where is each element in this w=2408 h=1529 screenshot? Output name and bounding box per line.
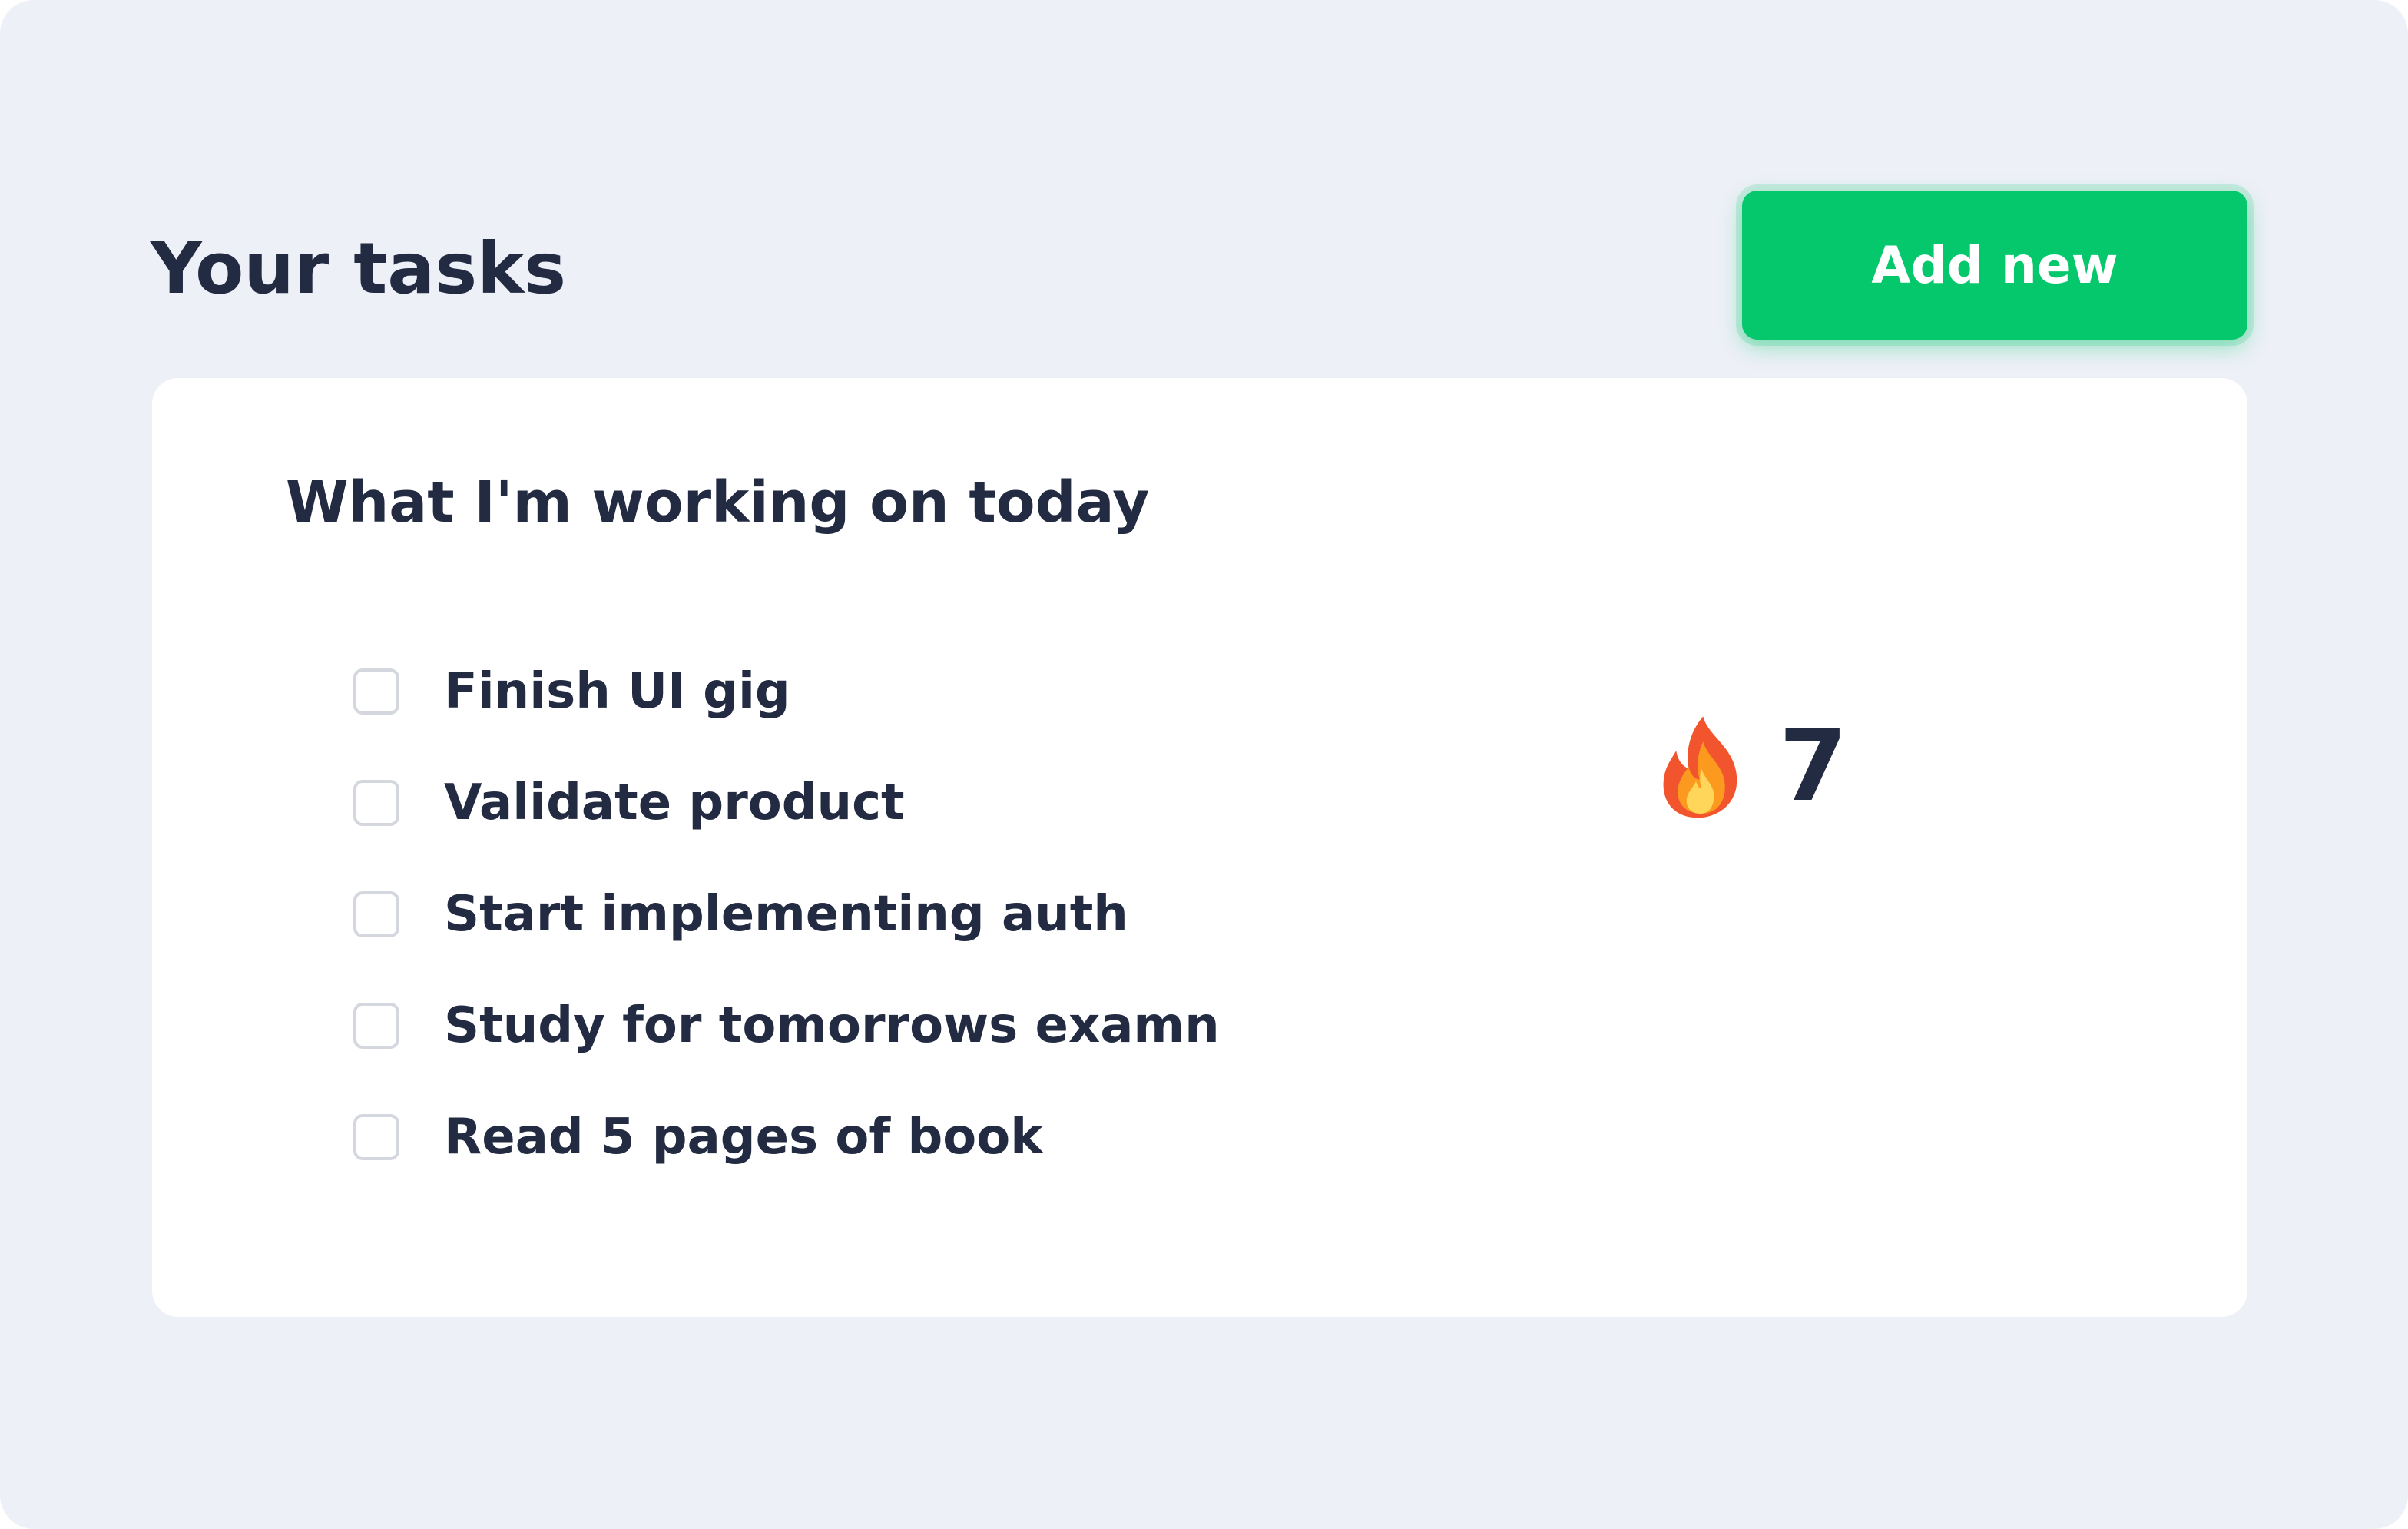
task-label: Read 5 pages of book xyxy=(444,1108,1043,1166)
task-checkbox[interactable] xyxy=(353,668,399,715)
task-label: Study for tomorrows examn xyxy=(444,997,1220,1054)
task-checkbox[interactable] xyxy=(353,1113,399,1160)
task-list: Finish UI gig Validate product Start imp… xyxy=(353,635,1220,1192)
task-label: Validate product xyxy=(444,774,905,831)
task-item[interactable]: Start implementing auth xyxy=(353,858,1220,970)
task-checkbox[interactable] xyxy=(353,891,399,937)
page-title: Your tasks xyxy=(151,227,567,310)
card-heading: What I'm working on today xyxy=(286,469,1150,536)
task-item[interactable]: Read 5 pages of book xyxy=(353,1081,1220,1192)
task-label: Start implementing auth xyxy=(444,885,1128,943)
flame-icon xyxy=(1663,716,1737,818)
streak-count: 7 xyxy=(1779,709,1848,824)
task-item[interactable]: Validate product xyxy=(353,747,1220,858)
task-item[interactable]: Finish UI gig xyxy=(353,635,1220,747)
app-frame: Your tasks Add new What I'm working on t… xyxy=(0,0,2408,1529)
task-checkbox[interactable] xyxy=(353,779,399,826)
task-label: Finish UI gig xyxy=(444,662,790,720)
tasks-card: What I'm working on today Finish UI gig … xyxy=(152,378,2247,1317)
streak-counter: 7 xyxy=(1656,713,1847,821)
add-new-button[interactable]: Add new xyxy=(1742,191,2247,340)
task-checkbox[interactable] xyxy=(353,1002,399,1049)
task-item[interactable]: Study for tomorrows examn xyxy=(353,970,1220,1081)
